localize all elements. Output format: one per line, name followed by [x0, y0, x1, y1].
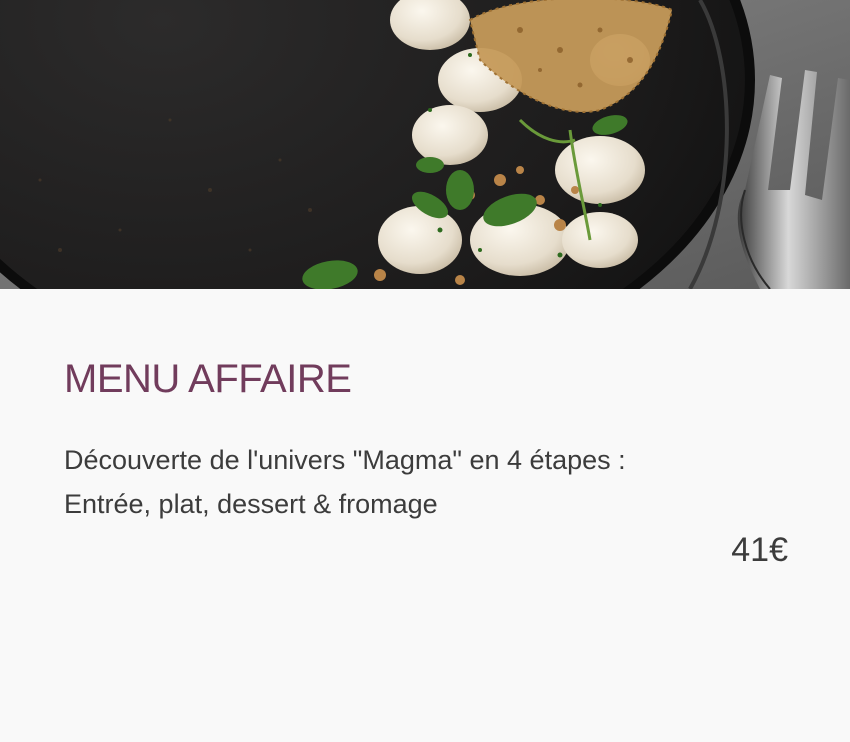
description-line-1: Découverte de l'univers "Magma" en 4 éta… [64, 445, 626, 475]
description-line-2: Entrée, plat, dessert & fromage [64, 489, 438, 519]
menu-title: MENU AFFAIRE [64, 357, 352, 401]
menu-price: 41€ [731, 531, 788, 569]
dish-photo [0, 0, 850, 289]
menu-description: Découverte de l'univers "Magma" en 4 éta… [64, 438, 764, 526]
menu-card: MENU AFFAIRE Découverte de l'univers "Ma… [0, 0, 850, 742]
dish-illustration [0, 0, 850, 289]
